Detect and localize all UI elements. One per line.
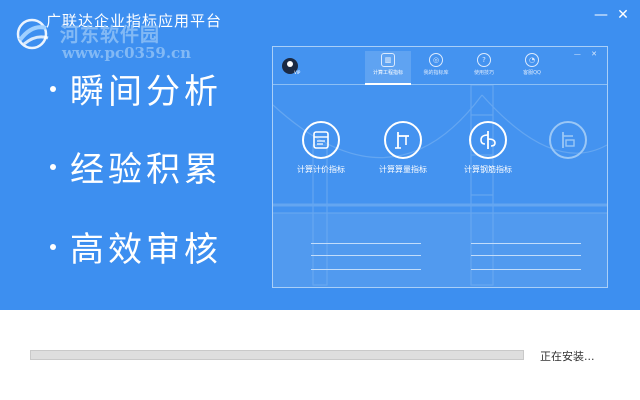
bullet-icon bbox=[50, 243, 56, 250]
feature-label: 经验积累 bbox=[70, 150, 222, 190]
ruler-icon bbox=[384, 121, 422, 159]
watermark-url: www.pc0359.cn bbox=[62, 44, 192, 62]
banner: 广联达企业指标应用平台 河东软件园 www.pc0359.cn — ✕ 瞬间分析… bbox=[0, 0, 640, 310]
divider-line bbox=[471, 243, 581, 244]
feature-label: 瞬间分析 bbox=[70, 72, 222, 112]
feature-item: 瞬间分析 bbox=[50, 64, 222, 113]
tile-disabled bbox=[538, 121, 598, 164]
close-button[interactable]: ✕ bbox=[612, 6, 634, 24]
document-icon bbox=[302, 121, 340, 159]
tile-calc-rebar-index[interactable]: 计算钢筋指标 bbox=[458, 121, 518, 175]
divider-line bbox=[471, 255, 581, 256]
tab-customer-qq[interactable]: ◔ 客服QQ bbox=[509, 51, 555, 85]
tab-calc-project-index[interactable]: ▥ 计算工程指标 bbox=[365, 51, 411, 85]
tile-calc-pricing-index[interactable]: 计算计价指标 bbox=[291, 121, 351, 175]
tab-usage-tips[interactable]: ? 使用技巧 bbox=[461, 51, 507, 85]
tab-label: 计算工程指标 bbox=[372, 70, 403, 76]
app-preview: VIP ▥ 计算工程指标 ◎ 我的指标库 ? 使用技巧 ◔ 客服QQ — ✕ 计… bbox=[272, 46, 608, 288]
bridge-illustration bbox=[273, 85, 607, 287]
ruler-faded-icon bbox=[549, 121, 587, 159]
divider-line bbox=[311, 269, 421, 270]
feature-item: 经验积累 bbox=[50, 142, 222, 191]
divider-line bbox=[311, 243, 421, 244]
bullet-icon bbox=[50, 163, 56, 170]
installer-window: 广联达企业指标应用平台 河东软件园 www.pc0359.cn — ✕ 瞬间分析… bbox=[0, 0, 640, 400]
rebar-icon bbox=[469, 121, 507, 159]
tile-label: 计算计价指标 bbox=[297, 165, 345, 174]
avatar-icon: VIP bbox=[282, 58, 301, 75]
qq-icon: ◔ bbox=[525, 53, 539, 67]
feature-item: 高效审核 bbox=[50, 222, 222, 271]
database-icon: ◎ bbox=[429, 53, 443, 67]
divider-line bbox=[311, 255, 421, 256]
divider-line bbox=[471, 269, 581, 270]
install-progress-bar bbox=[30, 350, 524, 360]
tab-label: 我的指标库 bbox=[423, 70, 449, 76]
tab-my-index-library[interactable]: ◎ 我的指标库 bbox=[413, 51, 459, 85]
tile-calc-quantity-index[interactable]: 计算算量指标 bbox=[373, 121, 433, 175]
tab-label: 客服QQ bbox=[523, 70, 541, 76]
bar-chart-icon: ▥ bbox=[381, 53, 395, 67]
preview-header: VIP ▥ 计算工程指标 ◎ 我的指标库 ? 使用技巧 ◔ 客服QQ — ✕ bbox=[273, 47, 607, 85]
feature-label: 高效审核 bbox=[70, 230, 222, 270]
tab-label: 使用技巧 bbox=[473, 70, 494, 76]
preview-window-controls: — ✕ bbox=[573, 50, 601, 58]
help-icon: ? bbox=[477, 53, 491, 67]
watermark-text: 河东软件园 bbox=[60, 24, 161, 46]
tile-label: 计算算量指标 bbox=[379, 165, 427, 174]
bullet-icon bbox=[50, 85, 56, 92]
tile-label: 计算钢筋指标 bbox=[464, 165, 512, 174]
install-status-text: 正在安装... bbox=[540, 350, 595, 363]
minimize-button[interactable]: — bbox=[590, 6, 612, 24]
svg-text:VIP: VIP bbox=[294, 70, 301, 75]
